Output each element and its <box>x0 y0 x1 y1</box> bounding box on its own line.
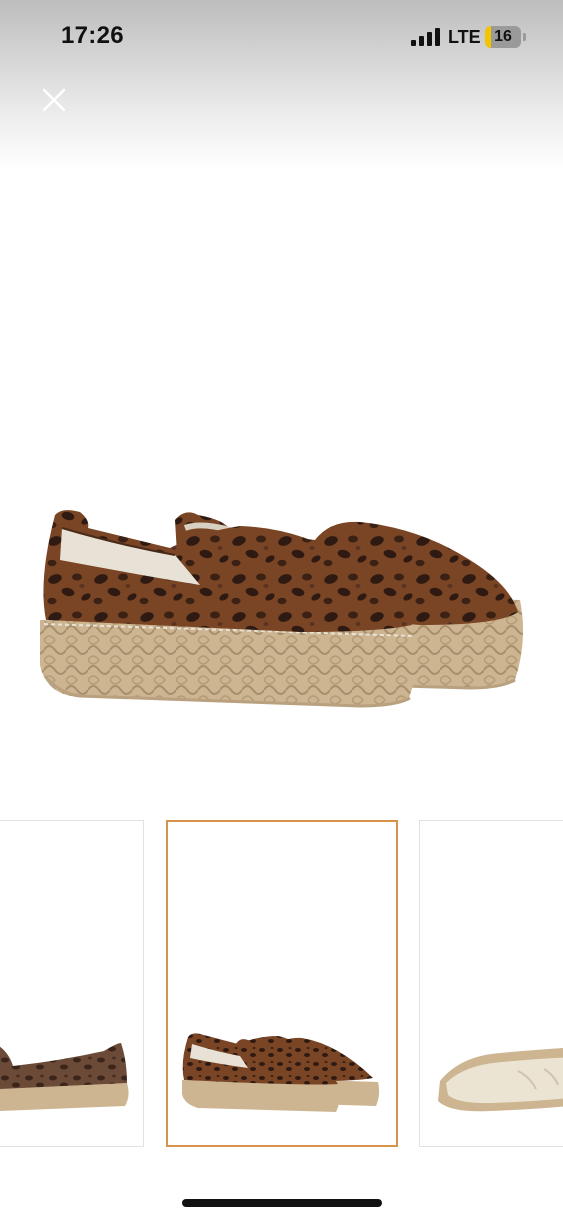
battery-level: 16 <box>494 28 512 45</box>
close-button[interactable] <box>36 82 72 118</box>
battery-icon: 16 <box>485 26 527 48</box>
sole-view-image <box>438 1048 563 1112</box>
status-time: 17:26 <box>61 22 124 49</box>
espadrilles-pair-image <box>40 510 524 708</box>
main-product-image[interactable] <box>0 170 563 810</box>
thumbnail-pair-view[interactable] <box>166 820 398 1147</box>
status-bar: 17:26 LTE 16 <box>0 0 563 76</box>
signal-icon <box>411 28 440 46</box>
thumbnail-sole-view[interactable] <box>419 820 563 1147</box>
product-gallery-screen: 17:26 LTE 16 <box>0 0 563 1219</box>
network-label: LTE <box>448 27 481 47</box>
thumbnail-side-view[interactable] <box>0 820 144 1147</box>
home-indicator[interactable] <box>182 1199 382 1207</box>
pair-view-image <box>182 1033 380 1112</box>
side-view-image <box>0 1043 129 1111</box>
close-icon <box>42 88 66 112</box>
